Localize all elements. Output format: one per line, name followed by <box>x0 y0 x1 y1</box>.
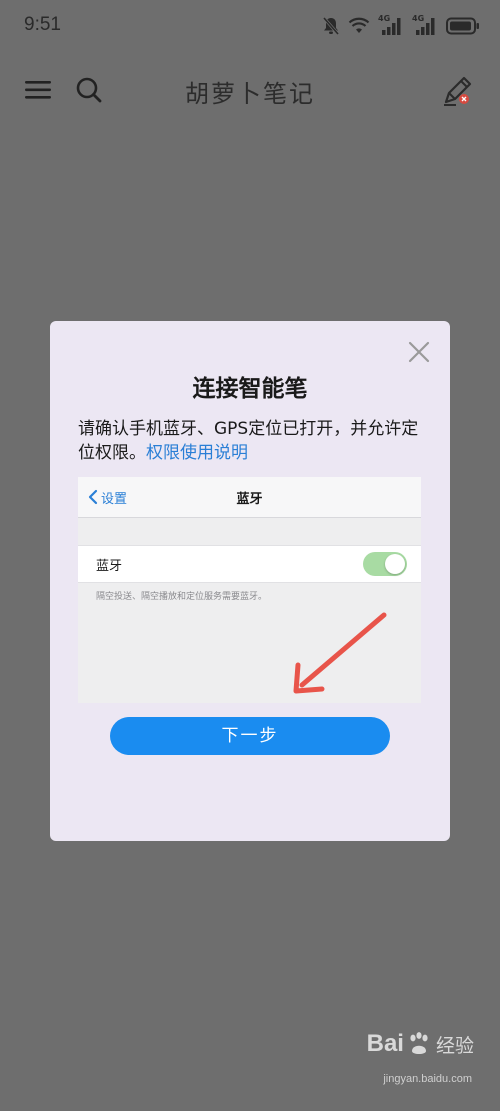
app-title: 胡萝卜笔记 <box>185 80 315 108</box>
signal-4g-icon: 4G <box>378 15 404 37</box>
bluetooth-row-label: 蓝牙 <box>96 559 123 574</box>
dialog-title: 连接智能笔 <box>192 376 308 402</box>
watermark-url: jingyan.baidu.com <box>383 1073 472 1085</box>
ios-nav-bar: 设置 蓝牙 <box>78 477 421 518</box>
connect-pen-dialog: 连接智能笔 请确认手机蓝牙、GPS定位已打开，并允许定位权限。权限使用说明 设置… <box>50 321 450 841</box>
toggle-knob <box>385 554 405 574</box>
pen-icon <box>444 76 472 106</box>
watermark-brand-right: 经验 <box>435 1034 474 1057</box>
status-time: 9:51 <box>24 14 61 35</box>
next-step-button[interactable]: 下一步 <box>110 717 390 755</box>
ios-nav-title: 蓝牙 <box>236 492 263 507</box>
dialog-message-text: 请确认手机蓝牙、GPS定位已打开，并允许定位权限。 <box>78 419 419 463</box>
mute-bell-icon <box>322 16 340 36</box>
signal-4g-icon: 4G <box>412 15 438 37</box>
watermark-logo: Bai 经验 <box>367 1030 474 1058</box>
bluetooth-footnote: 隔空投送、隔空播放和定位服务需要蓝牙。 <box>96 592 268 602</box>
status-icons: 4G 4G <box>322 14 480 38</box>
bluetooth-settings-illustration: 设置 蓝牙 蓝牙 隔空投送、隔空播放和定位服务需要蓝牙。 <box>78 477 421 703</box>
permission-info-link[interactable]: 权限使用说明 <box>146 443 248 463</box>
battery-icon <box>446 17 480 35</box>
dialog-message: 请确认手机蓝牙、GPS定位已打开，并允许定位权限。权限使用说明 <box>78 417 424 465</box>
paw-icon <box>410 1032 428 1054</box>
bluetooth-row: 蓝牙 <box>78 545 421 583</box>
close-button[interactable] <box>406 339 432 365</box>
close-icon <box>408 341 430 363</box>
app-bar: 胡萝卜笔记 <box>0 52 500 130</box>
baidu-jingyan-watermark: Bai 经验 jingyan.baidu.com <box>324 1030 474 1100</box>
watermark-brand-left: Bai <box>366 1030 404 1057</box>
status-bar: 9:51 4G 4G <box>0 0 500 52</box>
pen-button[interactable] <box>440 72 476 108</box>
wifi-icon <box>348 17 370 35</box>
bluetooth-toggle <box>363 552 407 576</box>
red-arrow-icon <box>293 612 387 694</box>
